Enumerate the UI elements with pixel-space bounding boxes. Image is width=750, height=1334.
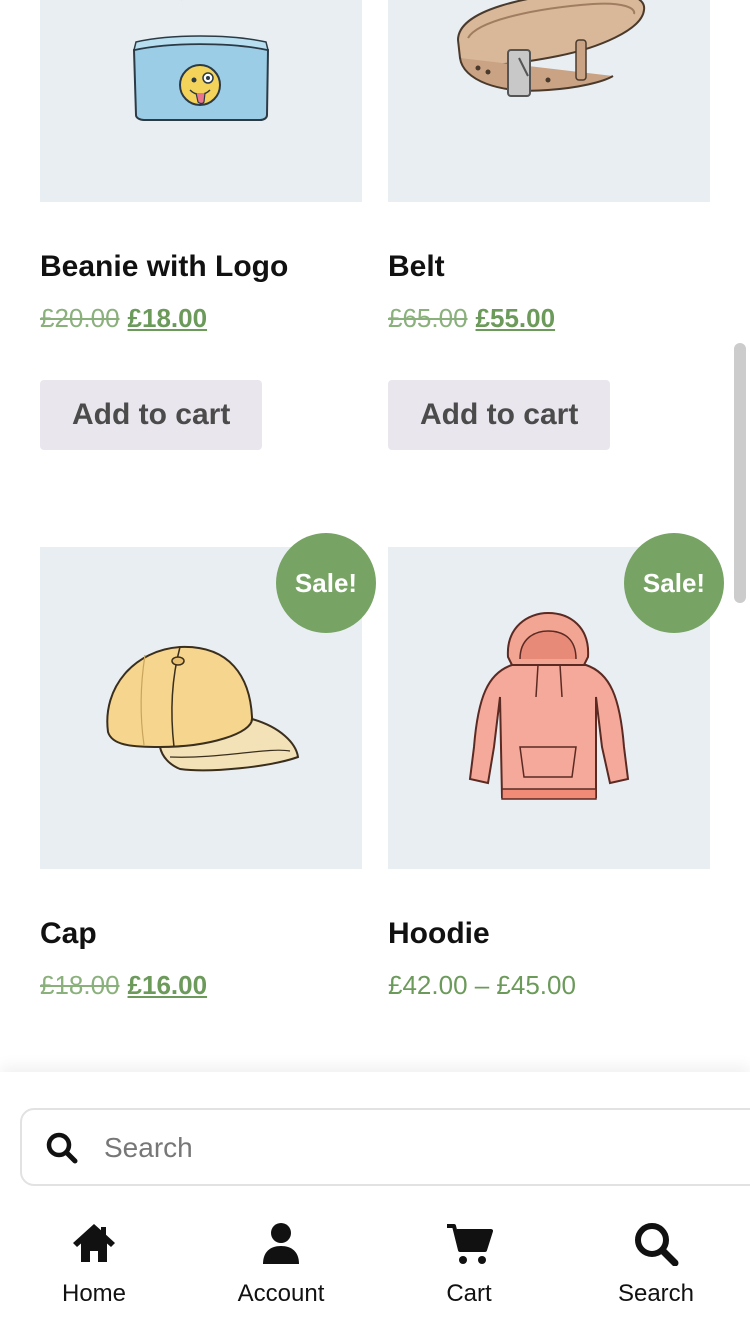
search-input[interactable] [102, 1122, 706, 1174]
nav-item-search[interactable]: Search [562, 1222, 750, 1308]
search-bar[interactable] [20, 1108, 750, 1186]
nav-label: Home [61, 1280, 127, 1307]
sale-price: £55.00 [475, 303, 556, 333]
sale-price: £16.00 [127, 970, 208, 1000]
home-icon [73, 1224, 115, 1262]
product-image-belt[interactable] [388, 0, 710, 202]
sale-badge: Sale! [276, 533, 376, 633]
shop-page: Beanie with Logo £20.00 £18.00 Add to car… [0, 0, 750, 1334]
product-title[interactable]: Beanie with Logo [40, 250, 288, 284]
add-to-cart-button[interactable]: Add to cart [40, 380, 263, 450]
sale-price: £18.00 [127, 303, 208, 333]
nav-item-account[interactable]: Account [187, 1222, 375, 1308]
product-price: £42.00 – £45.00 [388, 970, 576, 1001]
cart-icon [447, 1224, 493, 1264]
nav-item-cart[interactable]: Cart [375, 1222, 563, 1308]
old-price: £65.00 [388, 303, 468, 333]
product-title[interactable]: Hoodie [388, 917, 490, 951]
add-to-cart-button[interactable]: Add to cart [388, 380, 611, 450]
bottom-navigation-bar: Home Account Cart Search [0, 1072, 750, 1334]
product-price: £18.00 £16.00 [40, 970, 207, 1001]
product-price: £65.00 £55.00 [388, 303, 555, 334]
nav-label: Cart [446, 1280, 492, 1307]
scrollbar[interactable] [734, 343, 746, 603]
product-title[interactable]: Cap [40, 917, 97, 951]
price-range: £42.00 – £45.00 [388, 970, 576, 1000]
search-icon [46, 1132, 78, 1164]
product-price: £20.00 £18.00 [40, 303, 207, 334]
sale-badge: Sale! [624, 533, 724, 633]
nav-item-home[interactable]: Home [0, 1222, 188, 1308]
product-image-beanie[interactable] [40, 0, 362, 202]
nav-label: Search [617, 1280, 695, 1307]
user-icon [263, 1223, 299, 1264]
search-icon [635, 1223, 679, 1266]
old-price: £18.00 [40, 970, 120, 1000]
old-price: £20.00 [40, 303, 120, 333]
product-title[interactable]: Belt [388, 250, 445, 284]
nav-label: Account [237, 1280, 325, 1307]
